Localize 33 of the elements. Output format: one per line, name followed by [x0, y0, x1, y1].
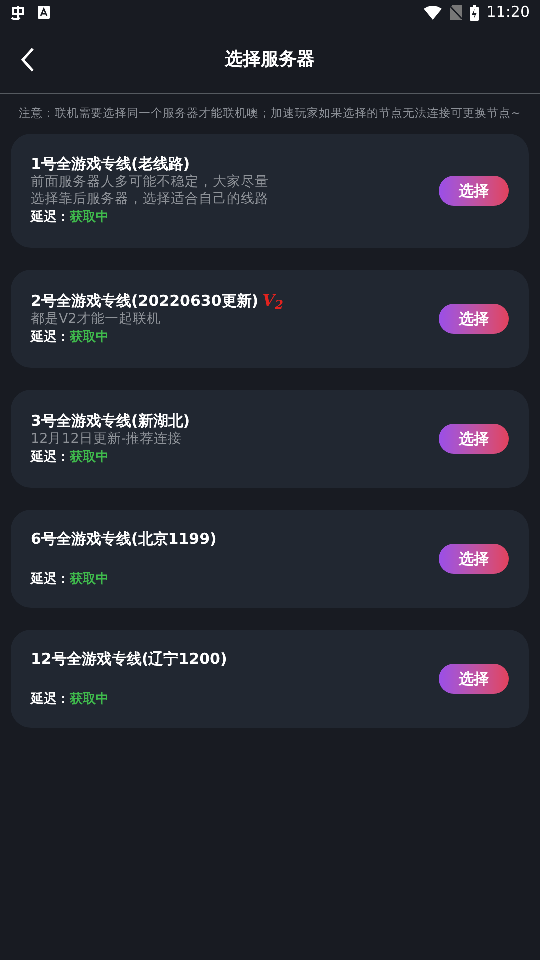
select-button[interactable]: 选择 — [439, 664, 509, 694]
status-time: 11:20 — [486, 2, 530, 24]
latency-label: 延迟： — [31, 328, 70, 346]
app-notification-icon — [38, 6, 50, 19]
server-name: 12号全游戏专线(辽宁1200) — [31, 648, 228, 668]
latency-label: 延迟： — [31, 448, 70, 466]
version-label: V$_{2}$ — [262, 292, 284, 310]
wifi-icon — [424, 6, 442, 20]
latency-label: 延迟： — [31, 209, 70, 227]
server-description: 前面服务器人多可能不稳定，大家尽量 选择靠后服务器，选择适合自己的线路 — [31, 174, 269, 208]
no-sim-icon — [450, 5, 462, 20]
select-button[interactable]: 选择 — [439, 304, 509, 334]
app-notification-icon — [10, 4, 26, 20]
latency-value: 获取中 — [70, 328, 109, 346]
server-name: 3号全游戏专线(新湖北) — [31, 410, 190, 430]
latency-value: 获取中 — [70, 448, 109, 466]
latency-value: 获取中 — [70, 209, 109, 227]
server-name: 1号全游戏专线(老线路) — [31, 154, 190, 174]
server-name: 2号全游戏专线(20220630更新) — [31, 290, 259, 310]
battery-charging-icon — [470, 4, 479, 20]
latency-label: 延迟： — [31, 690, 70, 708]
back-icon — [21, 47, 35, 73]
notice-text: 注意：联机需要选择同一个服务器才能联机噢；加速玩家如果选择的节点无法连接可更换节点~ — [19, 105, 521, 122]
page-title: 选择服务器 — [225, 48, 315, 72]
select-button[interactable]: 选择 — [439, 176, 509, 206]
server-name: 6号全游戏专线(北京1199) — [31, 528, 217, 548]
latency-value: 获取中 — [70, 690, 109, 708]
select-button[interactable]: 选择 — [439, 544, 509, 574]
server-description: 12月12日更新-推荐连接 — [31, 430, 184, 448]
server-description: 都是V2才能一起联机 — [31, 310, 162, 328]
latency-value: 获取中 — [70, 570, 109, 588]
latency-label: 延迟： — [31, 570, 70, 588]
select-button[interactable]: 选择 — [439, 424, 509, 454]
